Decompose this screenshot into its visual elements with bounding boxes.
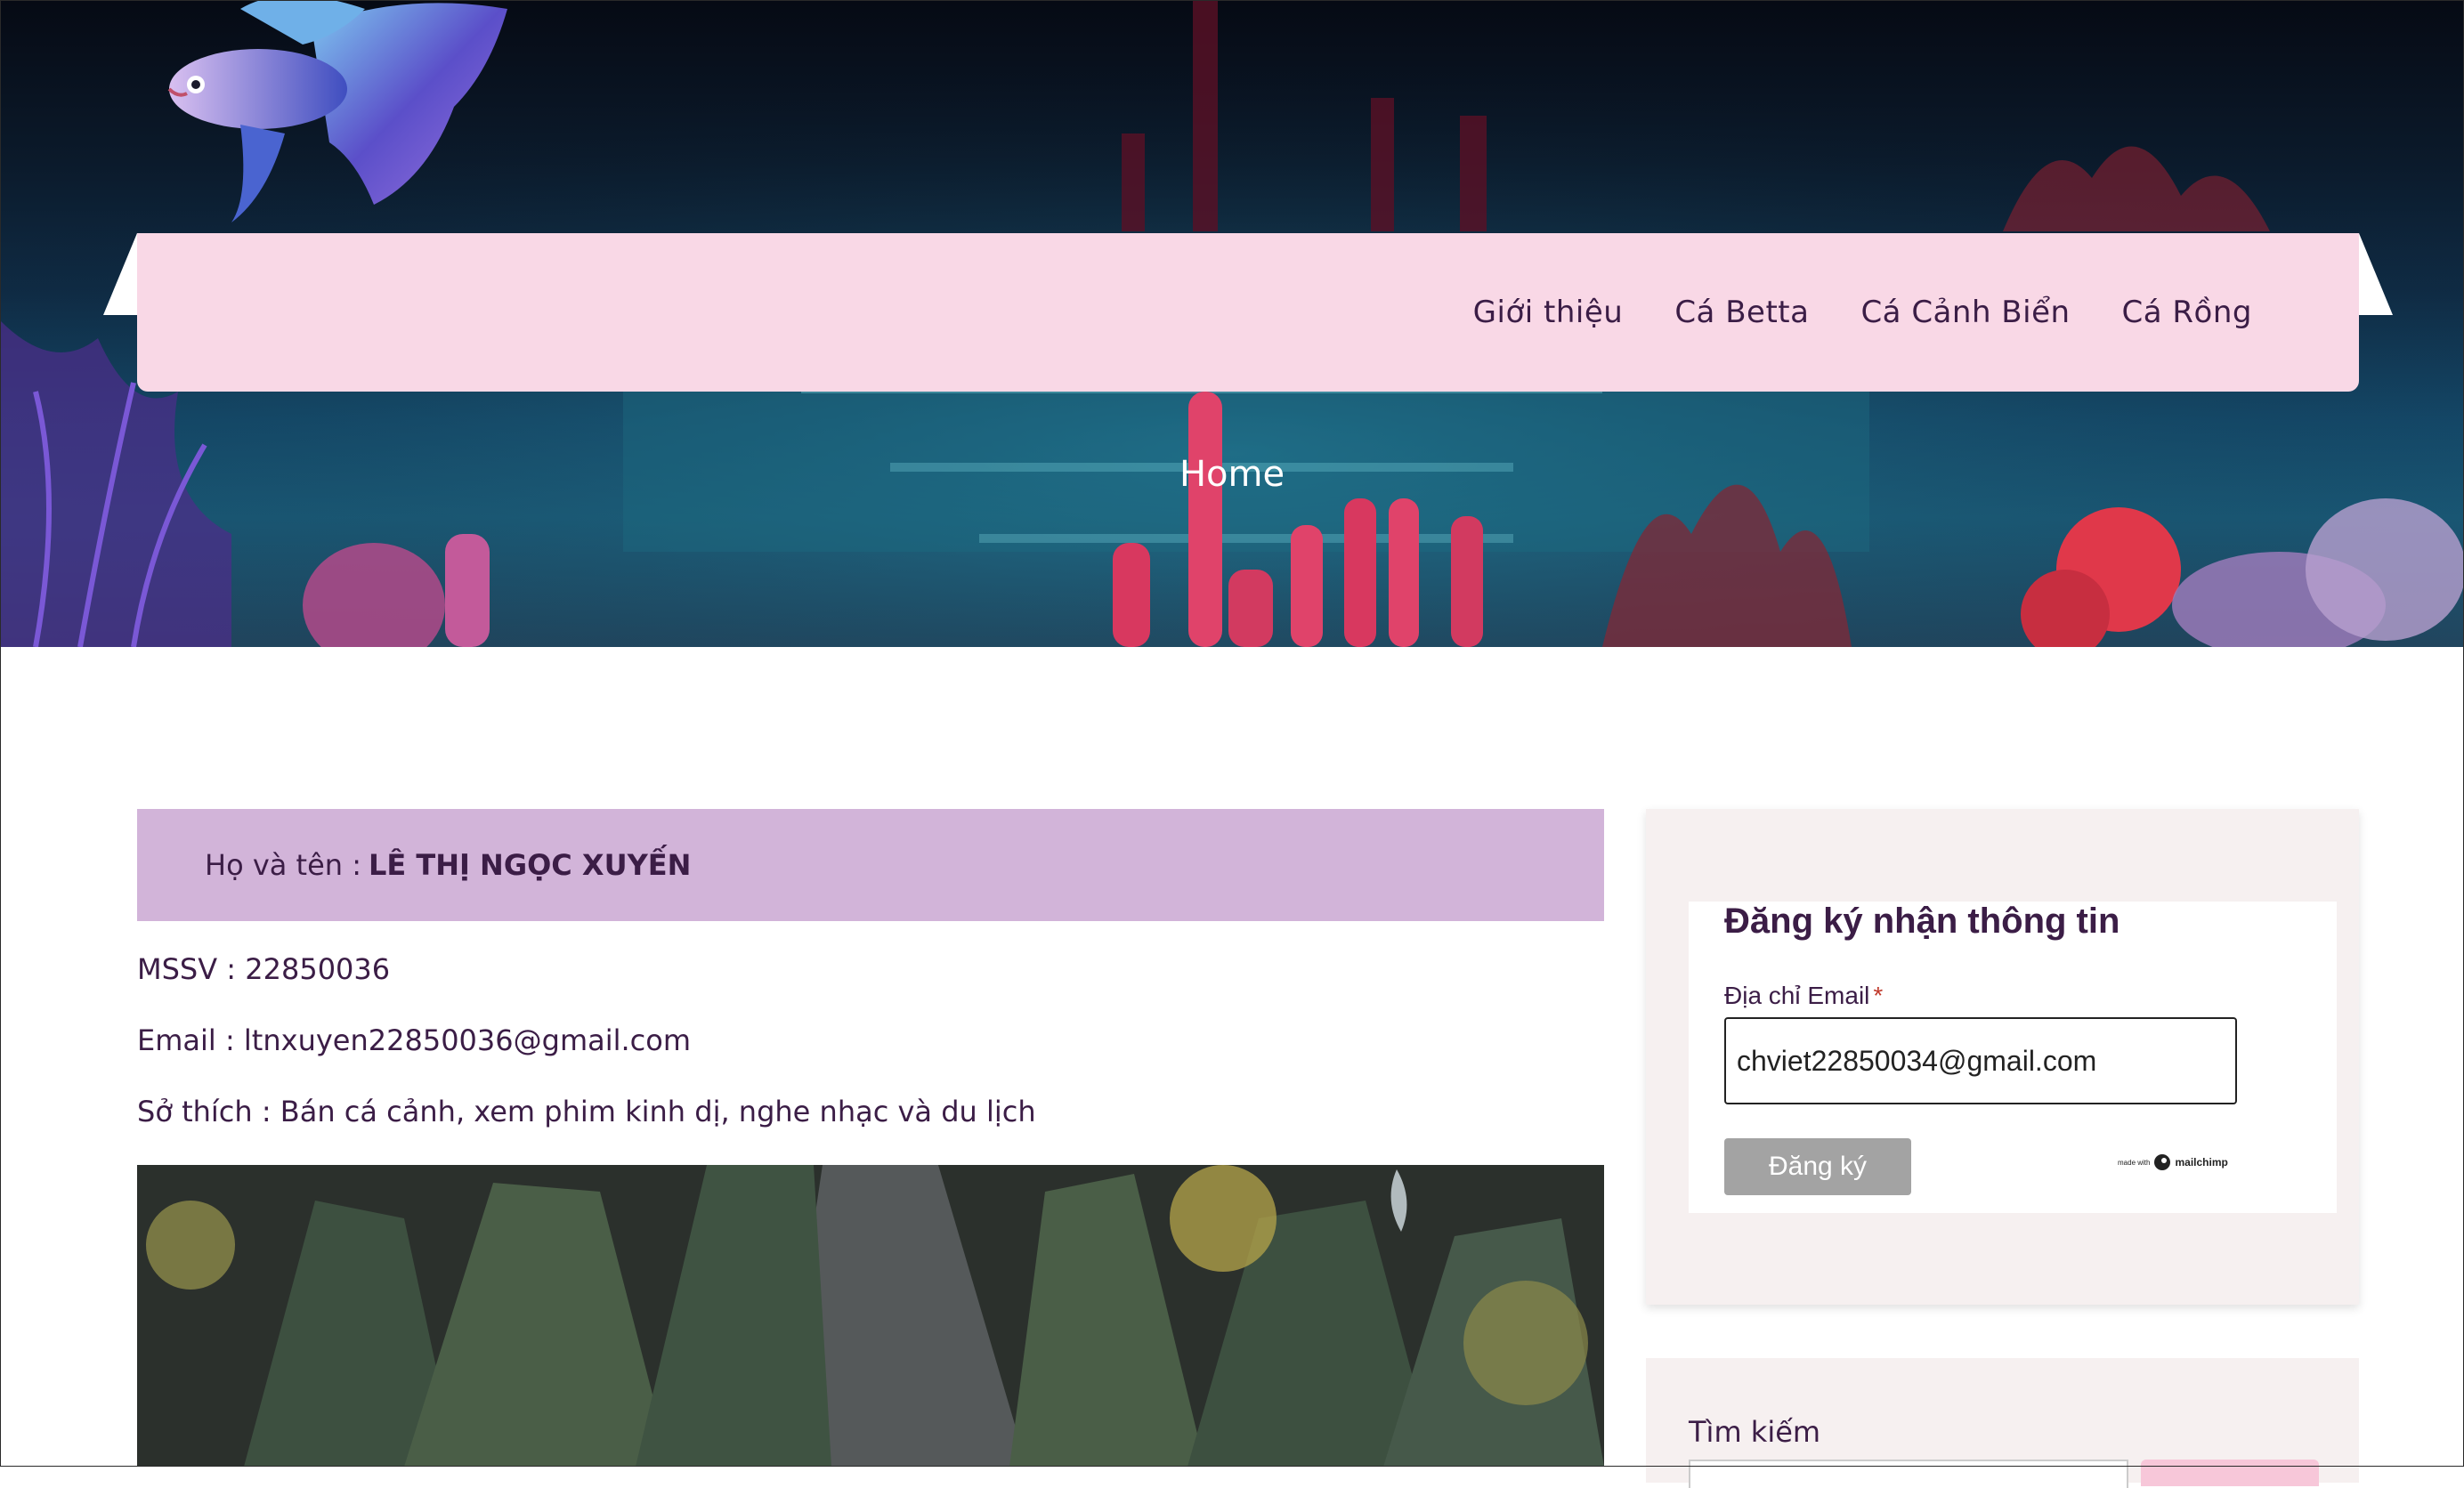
nav-item-ca-canh-bien[interactable]: Cá Cảnh Biển <box>1860 295 2070 330</box>
email-label-text: Địa chỉ Email <box>1724 982 1870 1009</box>
email-field[interactable] <box>1724 1017 2237 1104</box>
full-name-value: LÊ THỊ NGỌC XUYẾN <box>369 848 692 882</box>
search-widget: Tìm kiếm <box>1646 1358 2359 1488</box>
mailchimp-made-with: made with <box>2118 1158 2151 1167</box>
full-name-label: Họ và tên : <box>205 848 361 882</box>
betta-fish-logo[interactable] <box>134 0 516 227</box>
subscribe-button[interactable]: Đăng ký <box>1724 1138 1911 1195</box>
nav-menu: Giới thiệu Cá Betta Cá Cảnh Biển Cá Rồng <box>1473 233 2252 392</box>
garden-photo-illustration <box>137 1165 1604 1467</box>
nav-item-ca-betta[interactable]: Cá Betta <box>1674 295 1809 330</box>
mailchimp-badge[interactable]: made with mailchimp <box>2118 1153 2228 1171</box>
required-asterisk: * <box>1873 982 1884 1009</box>
page-title: Home <box>1179 454 1285 495</box>
nav-item-ca-rong[interactable]: Cá Rồng <box>2122 295 2252 330</box>
nav-item-gioi-thieu[interactable]: Giới thiệu <box>1473 295 1624 330</box>
navbar-ribbon-right <box>2359 233 2393 315</box>
mailchimp-form: Đăng ký nhận thông tin Địa chỉ Email* Đă… <box>1689 902 2337 1213</box>
search-input[interactable] <box>1689 1460 2128 1488</box>
navbar-ribbon-left <box>103 233 137 315</box>
newsletter-widget: Đăng ký nhận thông tin Địa chỉ Email* Đă… <box>1646 809 2359 1305</box>
hobbies-text: Sở thích : Bán cá cảnh, xem phim kinh dị… <box>137 1095 1036 1128</box>
garden-photo <box>137 1165 1604 1467</box>
search-button[interactable] <box>2141 1460 2319 1486</box>
main-navbar: Giới thiệu Cá Betta Cá Cảnh Biển Cá Rồng <box>137 233 2359 392</box>
student-id-text: MSSV : 22850036 <box>137 952 391 986</box>
mailchimp-icon <box>2154 1154 2171 1170</box>
email-field-label: Địa chỉ Email * <box>1724 982 1883 1010</box>
email-text: Email : ltnxuyen22850036@gmail.com <box>137 1023 692 1057</box>
hero-banner: Giới thiệu Cá Betta Cá Cảnh Biển Cá Rồng… <box>0 0 2464 647</box>
full-name-box: Họ và tên : LÊ THỊ NGỌC XUYẾN <box>137 809 1604 921</box>
newsletter-title: Đăng ký nhận thông tin <box>1724 902 2120 941</box>
mailchimp-brand: mailchimp <box>2175 1156 2228 1169</box>
search-label: Tìm kiếm <box>1689 1415 1821 1449</box>
